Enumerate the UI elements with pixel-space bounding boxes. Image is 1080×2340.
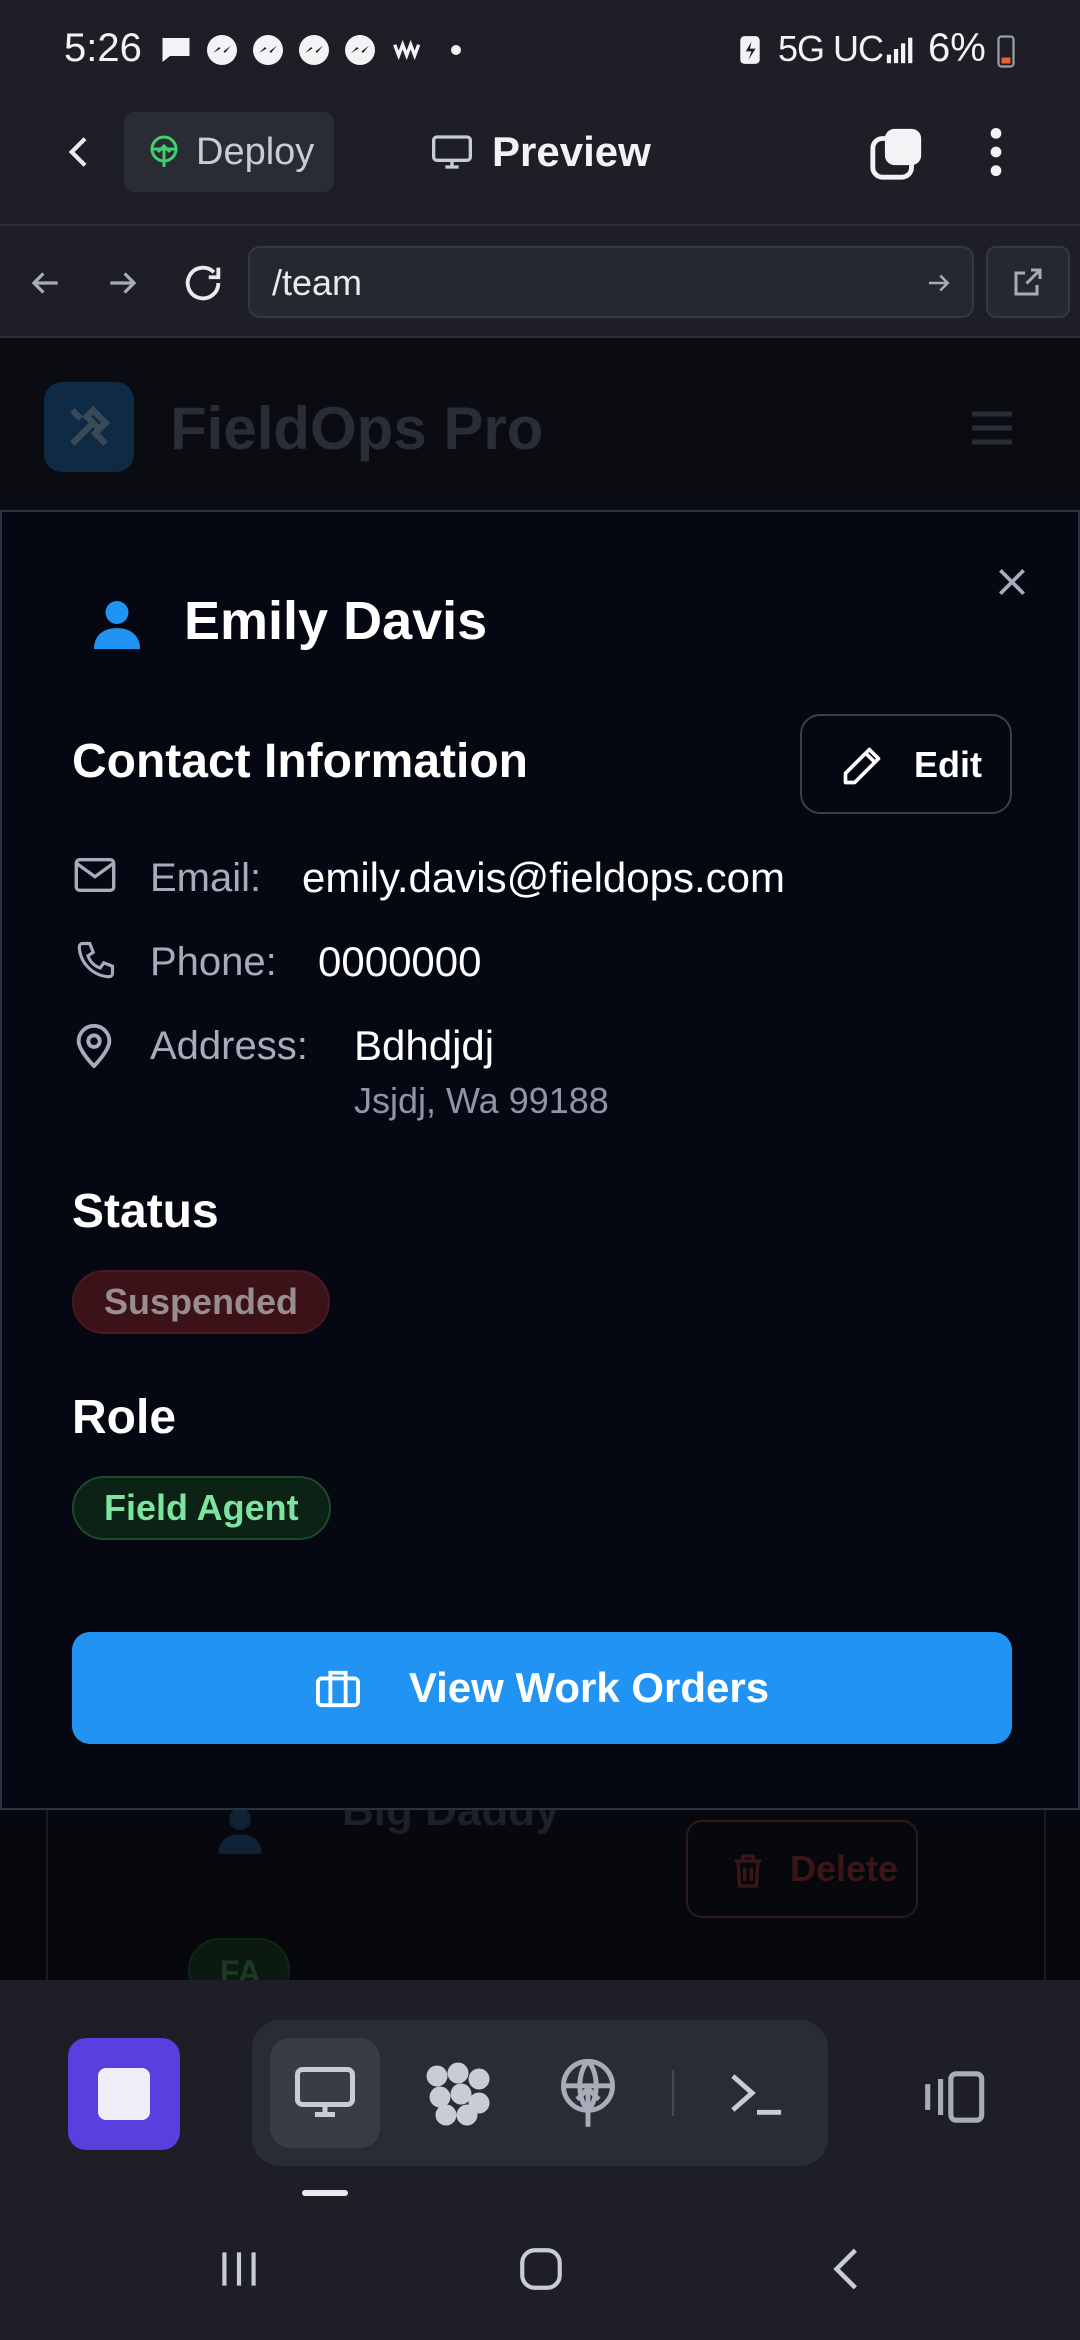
external-link-icon bbox=[1014, 268, 1042, 296]
layout-toggle-icon[interactable] bbox=[920, 2068, 992, 2126]
role-badge-label: FA bbox=[220, 1954, 261, 1980]
mail-icon bbox=[74, 858, 116, 892]
more-options-icon[interactable] bbox=[978, 124, 1014, 180]
integrations-icon[interactable] bbox=[422, 2060, 494, 2128]
view-work-orders-label: View Work Orders bbox=[408, 1664, 770, 1711]
back-arrow-icon[interactable] bbox=[60, 132, 100, 172]
wave-notification-icon bbox=[393, 39, 421, 61]
edit-label: Edit bbox=[914, 744, 982, 785]
phone-value: 0000000 bbox=[318, 938, 482, 985]
battery-saver-icon bbox=[740, 36, 760, 64]
email-value: emily.davis@fieldops.com bbox=[302, 854, 786, 901]
stop-icon bbox=[98, 2068, 150, 2120]
delete-button[interactable]: Delete bbox=[686, 1820, 918, 1918]
location-pin-icon bbox=[76, 1024, 112, 1068]
monitor-icon bbox=[295, 2067, 355, 2117]
user-icon bbox=[218, 1808, 262, 1854]
system-navigation-bar bbox=[0, 2200, 1080, 2340]
messenger-notification-icon bbox=[345, 35, 375, 65]
menu-icon[interactable] bbox=[968, 408, 1016, 448]
url-text: /team bbox=[272, 262, 363, 303]
deploy-icon bbox=[150, 135, 178, 167]
user-icon bbox=[94, 601, 140, 650]
messenger-notification-icon bbox=[207, 35, 237, 65]
app-header: FieldOps Pro bbox=[0, 338, 1080, 510]
browser-forward-icon[interactable] bbox=[104, 264, 142, 302]
status-time: 5:26 bbox=[64, 26, 142, 70]
close-icon[interactable] bbox=[992, 562, 1032, 602]
app-title: FieldOps Pro bbox=[170, 395, 544, 462]
network-type: 5G UC bbox=[778, 28, 884, 69]
chat-notification-icon bbox=[162, 38, 190, 62]
modal-title: Emily Davis bbox=[184, 591, 488, 651]
messenger-notification-icon bbox=[253, 35, 283, 65]
system-back-icon[interactable] bbox=[822, 2244, 872, 2294]
role-heading: Role bbox=[72, 1391, 177, 1444]
go-arrow-icon[interactable] bbox=[924, 268, 954, 298]
address-line1: Bdhdjdj bbox=[354, 1022, 495, 1069]
battery-icon bbox=[997, 35, 1015, 68]
battery-level: 6% bbox=[928, 26, 986, 70]
view-switcher bbox=[252, 2020, 828, 2166]
more-notifications-dot-icon bbox=[451, 45, 461, 55]
phone-label: Phone: bbox=[150, 940, 277, 984]
view-work-orders-button[interactable]: View Work Orders bbox=[72, 1632, 1012, 1744]
status-heading: Status bbox=[72, 1185, 219, 1238]
monitor-icon bbox=[432, 135, 472, 169]
stop-button[interactable] bbox=[68, 2038, 180, 2150]
role-badge: Field Agent bbox=[72, 1476, 331, 1540]
url-input[interactable]: /team bbox=[248, 246, 974, 318]
deploy-globe-icon[interactable] bbox=[558, 2058, 618, 2130]
open-external-button[interactable] bbox=[986, 246, 1070, 318]
preview-label: Preview bbox=[492, 128, 651, 175]
trash-icon bbox=[734, 1854, 762, 1888]
app-logo bbox=[44, 382, 134, 472]
signal-strength-icon bbox=[886, 37, 913, 64]
deploy-button[interactable]: Deploy bbox=[124, 112, 334, 192]
toolbar-divider bbox=[672, 2070, 674, 2116]
bottom-toolbar bbox=[0, 1980, 1080, 2200]
address-label: Address: bbox=[150, 1024, 308, 1068]
role-badge: FA bbox=[188, 1938, 290, 1980]
browser-back-icon[interactable] bbox=[26, 264, 64, 302]
member-details-modal: Emily Davis Contact Information Edit Ema… bbox=[0, 510, 1080, 1810]
phone-icon bbox=[77, 941, 115, 979]
home-icon[interactable] bbox=[516, 2244, 566, 2294]
deploy-label: Deploy bbox=[196, 130, 315, 173]
delete-label: Delete bbox=[790, 1848, 899, 1889]
briefcase-icon bbox=[315, 1670, 360, 1708]
preview-tab[interactable]: Preview bbox=[430, 128, 651, 176]
messenger-notification-icon bbox=[299, 35, 329, 65]
status-bar: 5:26 5G UC 6% bbox=[0, 0, 1080, 100]
pencil-icon bbox=[843, 747, 881, 785]
edit-button[interactable]: Edit bbox=[800, 714, 1012, 814]
tools-icon bbox=[70, 405, 111, 446]
email-label: Email: bbox=[150, 856, 262, 900]
tabs-switcher-icon[interactable] bbox=[868, 124, 926, 182]
app-toolbar: Deploy Preview bbox=[0, 100, 1080, 226]
reload-icon[interactable] bbox=[180, 260, 226, 306]
desktop-view-button[interactable] bbox=[270, 2038, 380, 2148]
recent-apps-icon[interactable] bbox=[214, 2244, 264, 2294]
url-bar: /team bbox=[0, 226, 1080, 338]
address-line2: Jsjdj, Wa 99188 bbox=[354, 1080, 609, 1121]
terminal-icon[interactable] bbox=[728, 2068, 786, 2118]
status-badge: Suspended bbox=[72, 1270, 331, 1334]
contact-info-heading: Contact Information bbox=[72, 735, 528, 788]
active-tab-indicator bbox=[302, 2190, 348, 2196]
